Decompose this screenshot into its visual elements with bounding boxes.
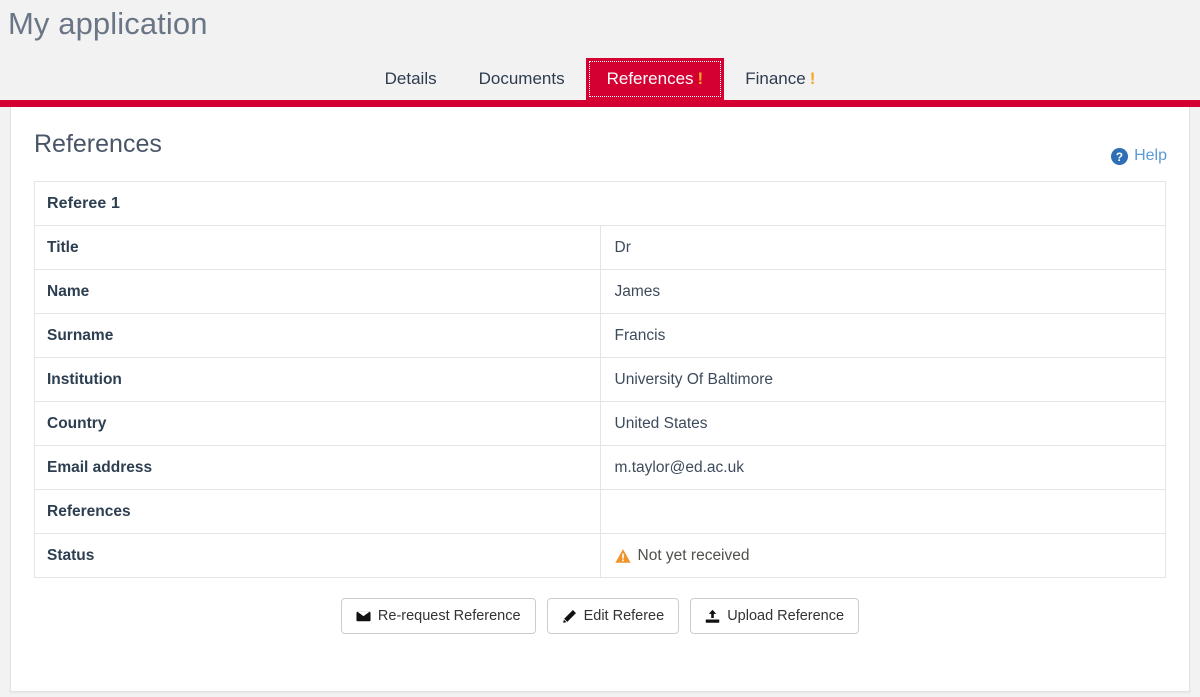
row-label: Title xyxy=(34,225,601,270)
button-label: Re-request Reference xyxy=(377,608,521,624)
warning-triangle-icon xyxy=(614,548,631,564)
status-badge: Not yet received xyxy=(614,546,1166,565)
table-row: Surname Francis xyxy=(34,313,1166,358)
row-label: References xyxy=(34,489,601,534)
row-value: Not yet received xyxy=(600,534,1166,578)
page-title: References xyxy=(34,130,162,158)
table-row: Institution University Of Baltimore xyxy=(34,357,1166,402)
upload-reference-button[interactable]: Upload Reference xyxy=(690,598,860,634)
help-link[interactable]: ? Help xyxy=(1111,147,1167,165)
row-value: Dr xyxy=(614,238,631,256)
tab-label: References xyxy=(606,69,694,88)
button-label: Upload Reference xyxy=(727,608,845,624)
table-row-status: Status Not yet received xyxy=(34,533,1166,578)
table-row: Email address m.taylor@ed.ac.uk xyxy=(34,445,1166,490)
edit-referee-button[interactable]: Edit Referee xyxy=(546,598,680,634)
tab-label: Finance xyxy=(745,69,806,88)
alert-exclamation-icon: ! xyxy=(697,69,704,88)
tab-bar: Details Documents References ! Finance ! xyxy=(0,56,1200,100)
row-value: Francis xyxy=(614,326,666,344)
pencil-icon xyxy=(562,609,577,624)
svg-text:?: ? xyxy=(1116,150,1123,163)
row-label: Name xyxy=(34,269,601,314)
table-row: References xyxy=(34,489,1166,534)
question-circle-icon: ? xyxy=(1111,147,1129,165)
tab-label: Documents xyxy=(478,69,565,88)
app-title: My application xyxy=(8,6,208,41)
table-row: Country United States xyxy=(34,401,1166,446)
row-value: m.taylor@ed.ac.uk xyxy=(614,458,744,476)
row-label: Country xyxy=(34,401,601,446)
row-label: Status xyxy=(34,533,601,578)
row-label: Surname xyxy=(34,313,601,358)
row-value: United States xyxy=(614,414,708,432)
referee-group-label: Referee 1 xyxy=(47,194,120,212)
row-label: Institution xyxy=(34,357,601,402)
re-request-reference-button[interactable]: Re-request Reference xyxy=(340,598,536,634)
table-row: Title Dr xyxy=(34,225,1166,270)
status-text: Not yet received xyxy=(637,546,750,564)
row-value xyxy=(600,490,1166,534)
content-panel: ? Help References Referee 1 Title Dr Nam… xyxy=(10,107,1190,692)
button-label: Edit Referee xyxy=(583,608,665,624)
tab-details[interactable]: Details xyxy=(364,58,458,100)
tab-documents[interactable]: Documents xyxy=(458,58,586,100)
page-header: My application Details Documents Referen… xyxy=(0,0,1200,100)
help-label: Help xyxy=(1134,147,1167,164)
action-button-row: Re-request Reference Edit Referee Upload… xyxy=(34,598,1166,634)
row-label: Email address xyxy=(34,445,601,490)
upload-icon xyxy=(705,609,720,624)
brand-accent-rule xyxy=(0,100,1200,107)
tab-label: Details xyxy=(384,69,437,88)
tab-references[interactable]: References ! xyxy=(585,58,725,100)
table-group-header-row: Referee 1 xyxy=(34,182,1166,226)
table-row: Name James xyxy=(34,269,1166,314)
referee-details-table: Referee 1 Title Dr Name James Surname Fr… xyxy=(34,181,1166,578)
alert-exclamation-icon: ! xyxy=(809,69,816,88)
tab-finance[interactable]: Finance ! xyxy=(724,58,836,100)
row-value: James xyxy=(614,282,661,300)
row-value: University Of Baltimore xyxy=(614,370,773,388)
envelope-icon xyxy=(356,609,371,624)
